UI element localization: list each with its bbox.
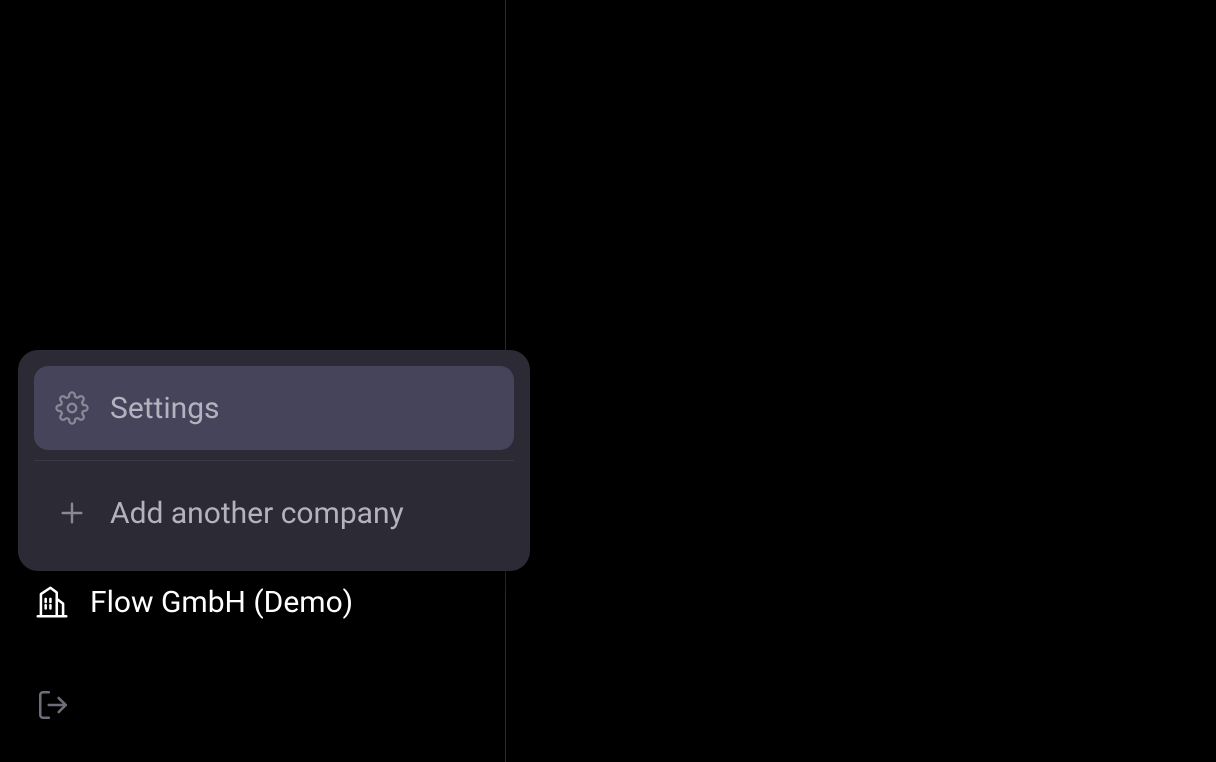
popup-divider	[34, 460, 514, 461]
logout-button[interactable]	[36, 688, 70, 722]
building-icon	[32, 582, 72, 622]
settings-menu-item[interactable]: Settings	[34, 366, 514, 450]
company-name-label: Flow GmbH (Demo)	[90, 585, 353, 620]
company-popup-menu: Settings Add another company	[18, 350, 530, 571]
sidebar: Settings Add another company	[0, 0, 506, 762]
add-company-menu-label: Add another company	[110, 496, 404, 531]
logout-icon	[36, 688, 70, 722]
plus-icon	[54, 495, 90, 531]
add-company-menu-item[interactable]: Add another company	[34, 471, 514, 555]
company-switcher[interactable]: Flow GmbH (Demo)	[32, 582, 353, 622]
settings-menu-label: Settings	[110, 391, 220, 426]
gear-icon	[54, 390, 90, 426]
